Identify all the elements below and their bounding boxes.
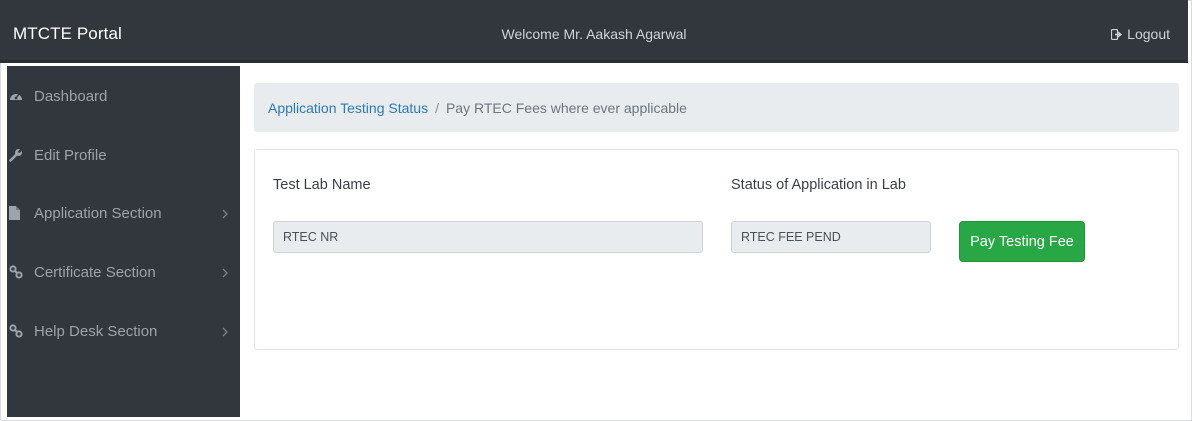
logout-label: Logout xyxy=(1127,26,1170,42)
breadcrumb-separator: / xyxy=(435,99,439,116)
wrench-icon xyxy=(9,148,29,162)
sidebar-item-edit-profile[interactable]: Edit Profile xyxy=(7,135,240,175)
sidebar-item-label: Dashboard xyxy=(34,87,108,105)
sidebar-item-label: Help Desk Section xyxy=(34,322,158,340)
sidebar-item-label: Application Section xyxy=(34,204,162,222)
tachometer-icon xyxy=(9,90,29,102)
sidebar-item-label: Edit Profile xyxy=(34,146,107,164)
logout-button[interactable]: Logout xyxy=(1111,26,1170,42)
breadcrumb-link-application-testing-status[interactable]: Application Testing Status xyxy=(268,100,428,116)
test-lab-name-label: Test Lab Name xyxy=(273,177,371,193)
top-navbar: MTCTE Portal Welcome Mr. Aakash Agarwal … xyxy=(0,0,1188,63)
sign-out-icon xyxy=(1111,28,1123,40)
sidebar-item-help-desk-section[interactable]: Help Desk Section xyxy=(7,311,240,351)
application-status-field: RTEC FEE PEND xyxy=(731,221,931,253)
welcome-message: Welcome Mr. Aakash Agarwal xyxy=(501,26,687,42)
chevron-right-icon xyxy=(222,324,228,341)
test-lab-name-field: RTEC NR xyxy=(273,221,703,253)
sidebar-item-certificate-section[interactable]: Certificate Section xyxy=(7,252,240,292)
file-icon xyxy=(9,206,29,220)
breadcrumb-current: Pay RTEC Fees where ever applicable xyxy=(445,99,687,116)
chevron-right-icon xyxy=(222,265,228,282)
pay-testing-fee-button[interactable]: Pay Testing Fee xyxy=(959,221,1085,262)
main-content: Application Testing Status / Pay RTEC Fe… xyxy=(240,66,1188,417)
testing-status-card: Test Lab Name Status of Application in L… xyxy=(254,149,1179,350)
breadcrumb: Application Testing Status / Pay RTEC Fe… xyxy=(254,83,1179,132)
application-status-label: Status of Application in Lab xyxy=(731,177,906,193)
chevron-right-icon xyxy=(222,206,228,223)
sidebar-item-label: Certificate Section xyxy=(34,263,156,281)
sidebar-item-application-section[interactable]: Application Section xyxy=(7,193,240,233)
link-icon xyxy=(9,265,29,279)
sidebar-item-dashboard[interactable]: Dashboard xyxy=(7,76,240,116)
link-icon xyxy=(9,324,29,338)
sidebar: Dashboard Edit Profile Application Secti… xyxy=(7,66,240,417)
